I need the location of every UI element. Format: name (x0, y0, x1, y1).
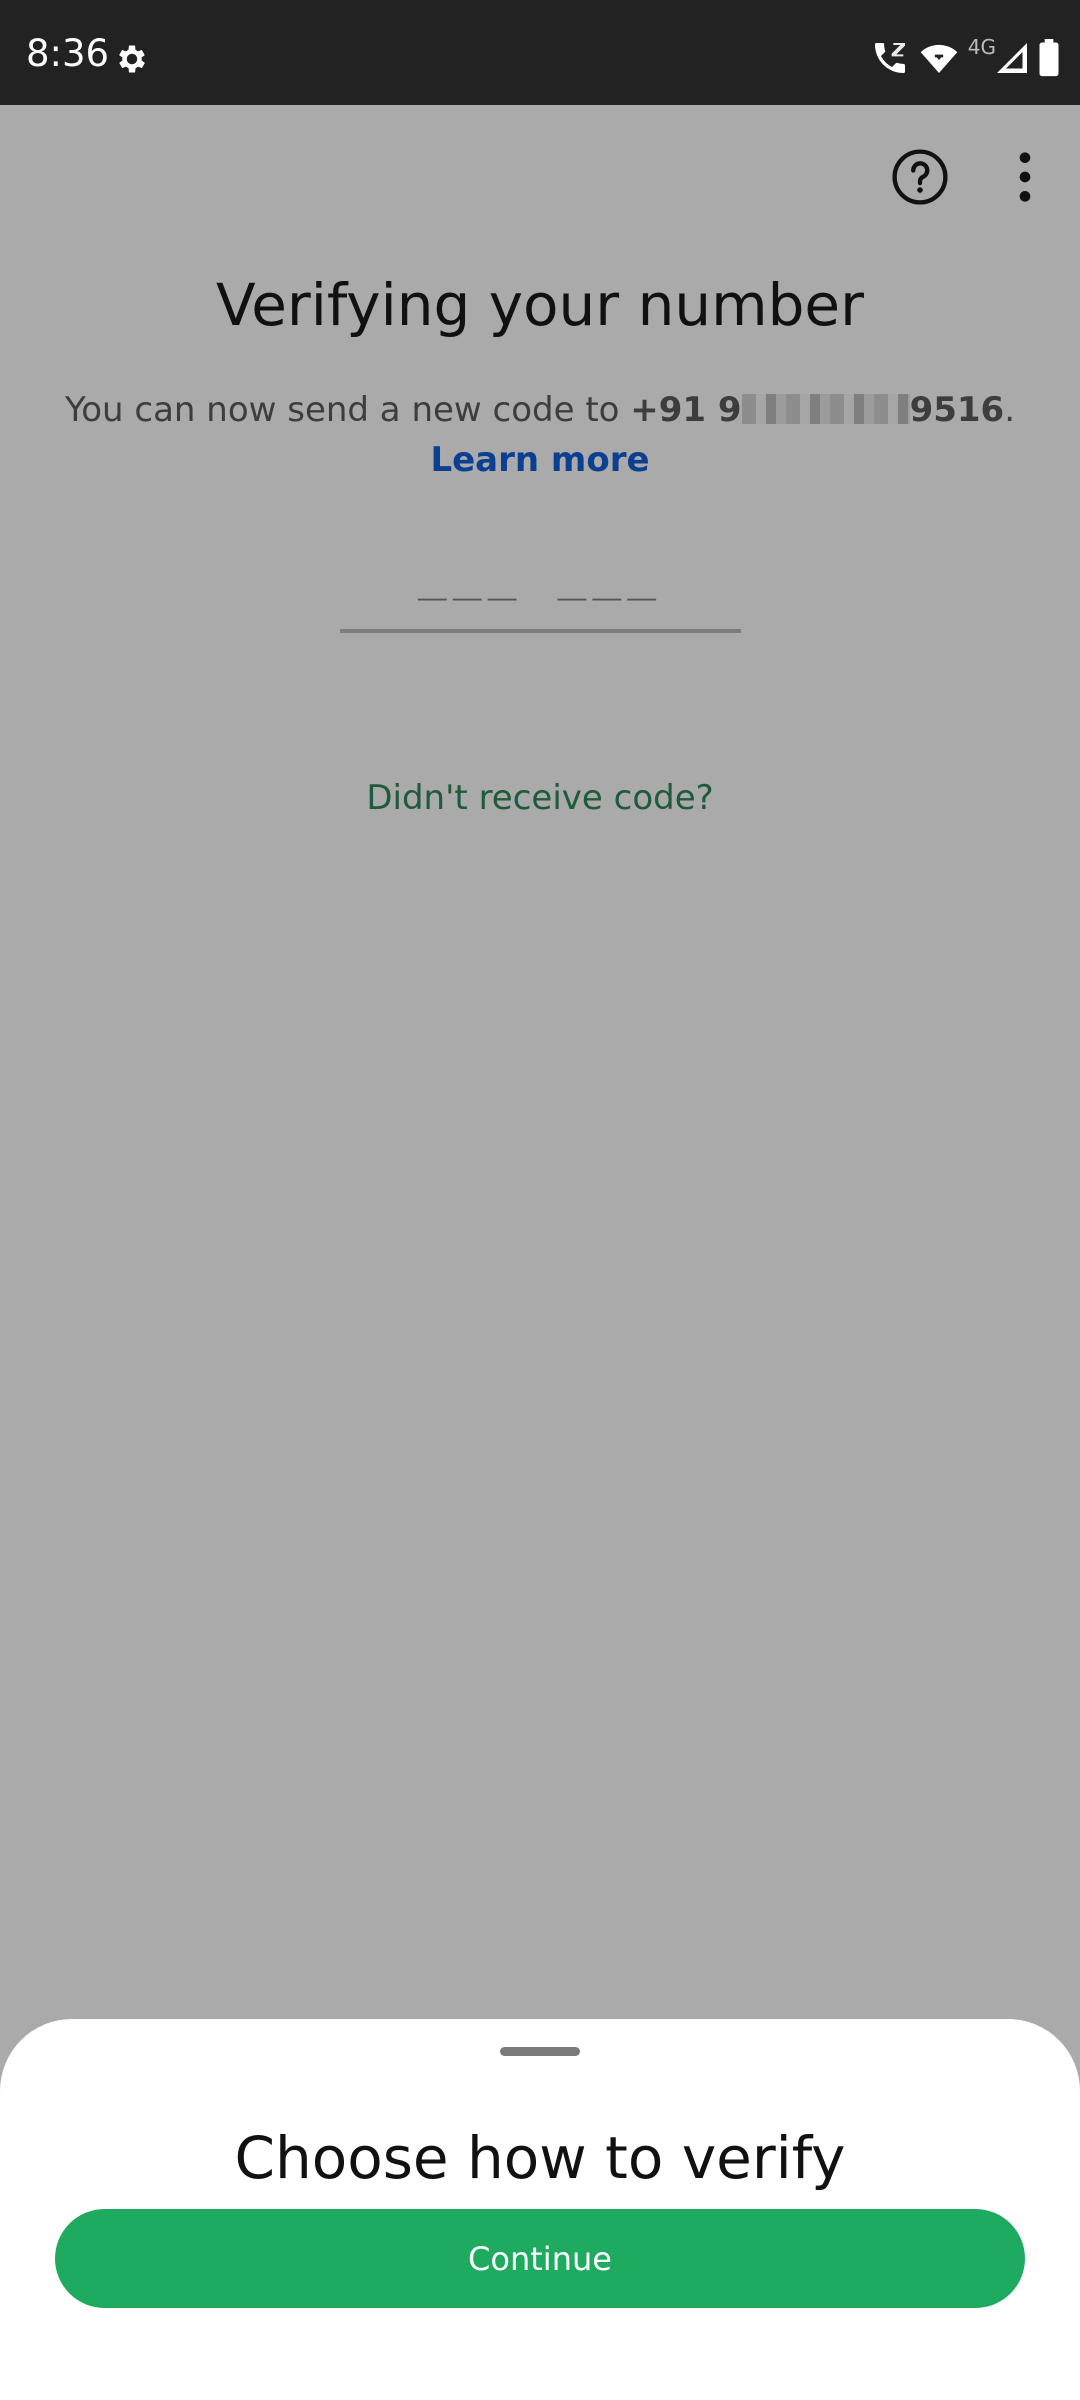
cellular-signal-icon (997, 43, 1027, 73)
sheet-title: Choose how to verify (234, 2124, 846, 2192)
description-text: You can now send a new code to (64, 390, 631, 430)
code-input-underline (340, 629, 741, 633)
wifi-calling-icon (874, 43, 905, 73)
help-icon[interactable] (891, 148, 949, 206)
verify-method-bottom-sheet: Choose how to verify Continue (0, 2019, 1080, 2400)
phone-number-redaction (741, 394, 910, 424)
wifi-icon (920, 44, 958, 73)
status-time: 8:36 (26, 32, 110, 75)
battery-icon (1039, 39, 1059, 77)
phone-number-prefix: +91 9 (630, 390, 742, 430)
continue-button[interactable]: Continue (55, 2209, 1025, 2308)
status-icons: 4G (870, 35, 1060, 80)
settings-gear-icon (119, 45, 145, 73)
learn-more-link[interactable]: Learn more (430, 440, 649, 480)
description-period: . (1004, 390, 1016, 430)
didnt-receive-code-link[interactable]: Didn't receive code? (0, 776, 1080, 820)
page-title: Verifying your number (216, 271, 864, 339)
phone-number: +91 9 9516 (630, 390, 1004, 430)
sheet-drag-handle[interactable] (500, 2047, 580, 2056)
more-options-icon[interactable] (1010, 148, 1040, 206)
network-type-label: 4G (967, 35, 996, 59)
verification-description: You can now send a new code to +91 9 9516… (50, 385, 1030, 485)
status-bar: 8:36 4G (0, 0, 1080, 105)
phone-number-suffix: 9516 (909, 390, 1005, 430)
verification-code-input[interactable]: ___ ___ (0, 545, 1080, 601)
